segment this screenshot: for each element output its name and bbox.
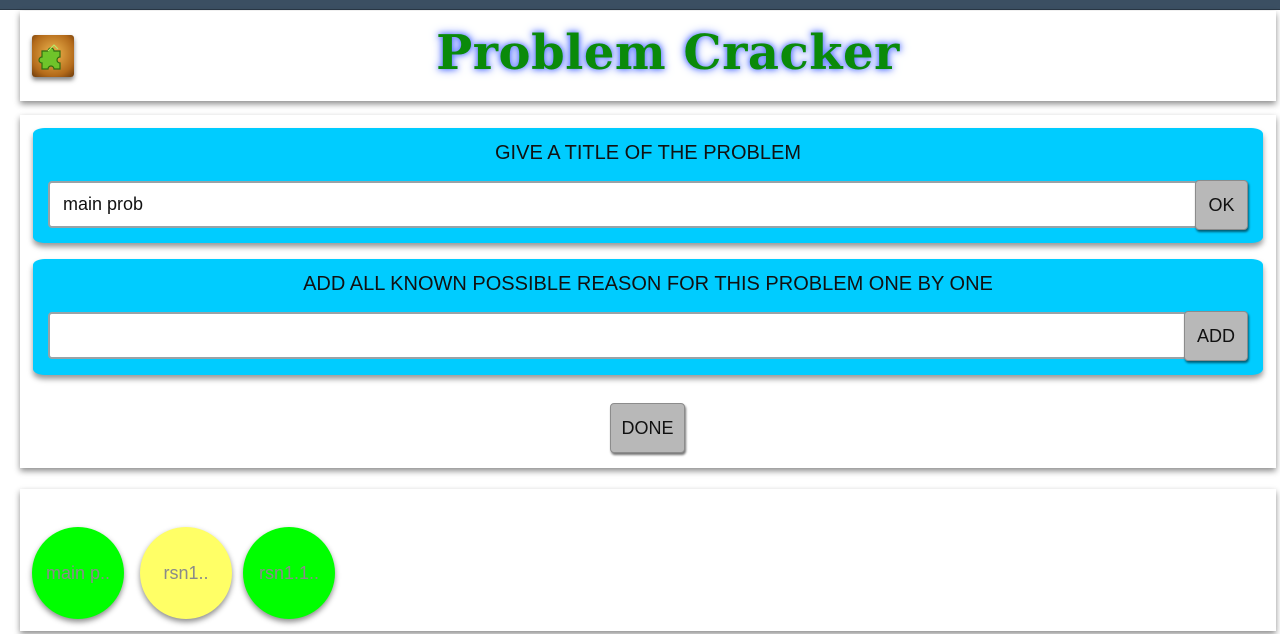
problem-tree-card: main p.. rsn1.. rsn1.1..	[20, 489, 1276, 631]
reason-input[interactable]	[48, 312, 1187, 359]
node-reason-1[interactable]: rsn1..	[140, 527, 232, 619]
app-title: Problem Cracker	[436, 25, 900, 81]
node-main-problem[interactable]: main p..	[32, 527, 124, 619]
done-button[interactable]: DONE	[610, 403, 685, 453]
reason-panel-heading: ADD ALL KNOWN POSSIBLE REASON FOR THIS P…	[303, 273, 993, 295]
title-panel: GIVE A TITLE OF THE PROBLEM OK	[33, 128, 1263, 243]
ok-button[interactable]: OK	[1195, 180, 1248, 230]
problem-form-card: GIVE A TITLE OF THE PROBLEM OK ADD ALL K…	[20, 115, 1276, 468]
node-reason-1-1[interactable]: rsn1.1..	[243, 527, 335, 619]
problem-title-input[interactable]	[48, 181, 1198, 228]
add-reason-button[interactable]: ADD	[1184, 311, 1248, 361]
title-panel-heading: GIVE A TITLE OF THE PROBLEM	[494, 142, 801, 164]
window-top-bar	[0, 0, 1280, 10]
reason-panel: ADD ALL KNOWN POSSIBLE REASON FOR THIS P…	[33, 259, 1263, 375]
app-header: Problem Cracker	[20, 11, 1276, 101]
